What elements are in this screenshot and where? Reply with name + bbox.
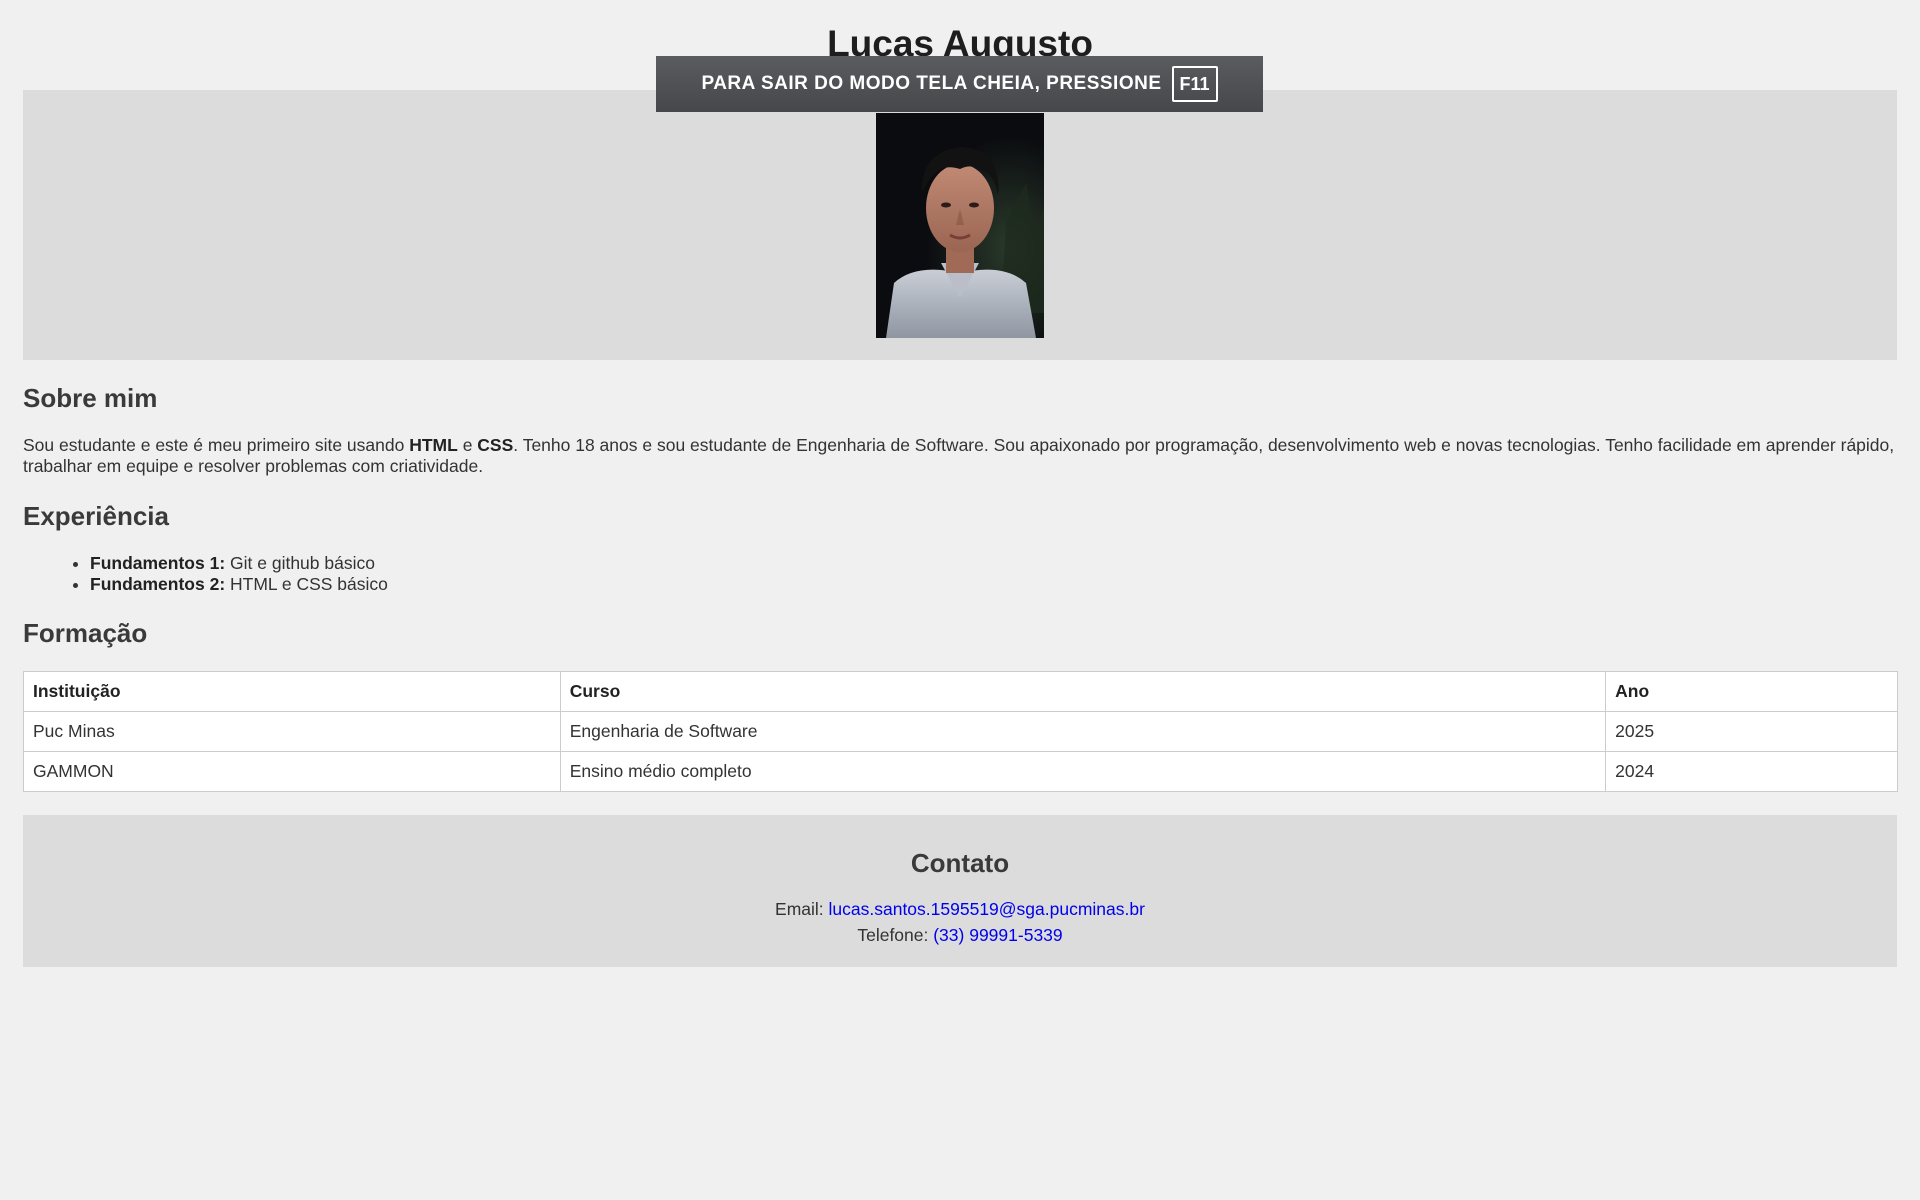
photo-banner	[23, 90, 1897, 360]
email-label: Email:	[775, 899, 829, 919]
table-cell: Puc Minas	[23, 711, 561, 752]
phone-label: Telefone:	[857, 925, 934, 945]
table-cell: Engenharia de Software	[559, 711, 1607, 752]
phone-line: Telefone: (33) 99991-5339	[23, 922, 1897, 948]
experience-item-label: Fundamentos 1:	[90, 553, 226, 573]
email-link[interactable]: lucas.santos.1595519@sga.pucminas.br	[829, 899, 1145, 919]
table-header-row: Instituição Curso Ano	[23, 671, 1898, 712]
about-heading: Sobre mim	[23, 383, 158, 413]
education-table: Instituição Curso Ano Puc Minas Engenhar…	[23, 671, 1898, 792]
experience-heading: Experiência	[23, 501, 169, 531]
contact-heading: Contato	[910, 848, 1010, 878]
profile-photo	[876, 113, 1044, 338]
experience-item-label: Fundamentos 2:	[90, 574, 226, 594]
email-line: Email: lucas.santos.1595519@sga.pucminas…	[23, 896, 1897, 922]
experience-item-text: HTML e CSS básico	[225, 574, 388, 594]
html-highlight: HTML	[409, 435, 458, 455]
about-connector: e	[457, 435, 478, 455]
list-item: Fundamentos 2: HTML e CSS básico	[90, 574, 388, 595]
table-cell: 2024	[1605, 751, 1898, 792]
education-heading: Formação	[23, 618, 148, 648]
fullscreen-notice-text: PARA SAIR DO MODO TELA CHEIA, PRESSIONE	[701, 73, 1162, 94]
table-cell: Ensino médio completo	[559, 751, 1607, 792]
fullscreen-exit-notice: PARA SAIR DO MODO TELA CHEIA, PRESSIONE …	[656, 56, 1263, 112]
table-row: Puc Minas Engenharia de Software 2025	[23, 711, 1898, 752]
about-text-start: Sou estudante e este é meu primeiro site…	[23, 435, 410, 455]
column-header-year: Ano	[1605, 671, 1898, 712]
list-item: Fundamentos 1: Git e github básico	[90, 553, 388, 574]
table-row: GAMMON Ensino médio completo 2024	[23, 751, 1898, 792]
experience-item-text: Git e github básico	[225, 553, 375, 573]
phone-link[interactable]: (33) 99991-5339	[933, 925, 1062, 945]
about-paragraph: Sou estudante e este é meu primeiro site…	[23, 435, 1899, 477]
resume-page: Lucas Augusto PARA SAIR DO MODO TELA CHE…	[0, 0, 1920, 1200]
table-cell: 2025	[1605, 711, 1898, 752]
experience-list: Fundamentos 1: Git e github básico Funda…	[23, 553, 388, 595]
f11-key-badge: F11	[1171, 66, 1218, 102]
contact-section: Contato Email: lucas.santos.1595519@sga.…	[23, 815, 1897, 967]
table-cell: GAMMON	[23, 751, 561, 792]
css-highlight: CSS	[477, 435, 514, 455]
column-header-institution: Instituição	[23, 671, 561, 712]
column-header-course: Curso	[559, 671, 1607, 712]
